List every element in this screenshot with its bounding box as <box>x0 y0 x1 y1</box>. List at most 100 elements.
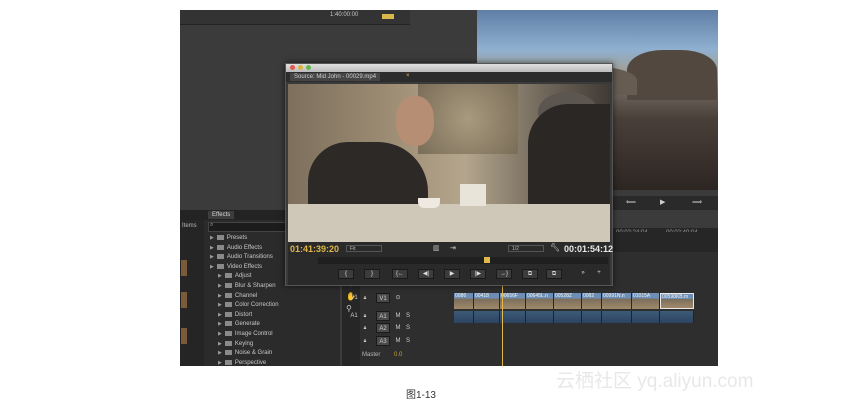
effects-tree-item[interactable]: ▶ Color Correction <box>218 302 279 308</box>
audio-clip[interactable] <box>582 311 602 323</box>
program-transport: ⟸ ▶ ⟹ <box>612 196 718 210</box>
wrench-icon[interactable]: 🔧︎ <box>550 243 560 252</box>
lock-icon[interactable]: 🔒︎ <box>362 293 368 303</box>
disclosure-triangle-icon[interactable]: ▶ <box>218 273 222 279</box>
mute-button[interactable]: M <box>394 311 402 321</box>
zoom-window-icon[interactable] <box>306 65 311 70</box>
clip-label: 00418 <box>475 293 489 299</box>
effects-tree-item[interactable]: ▶ Blur & Sharpen <box>218 283 276 289</box>
track-target-button[interactable]: A3 <box>376 336 390 346</box>
source-current-timecode[interactable]: 01:41:39:20 <box>290 244 339 254</box>
effects-tree-item[interactable]: ▶ Channel <box>218 292 257 299</box>
source-scrubber[interactable] <box>318 257 608 264</box>
mute-button[interactable]: M <box>394 336 402 346</box>
disclosure-triangle-icon[interactable]: ▶ <box>218 331 222 337</box>
disclosure-triangle-icon[interactable]: ▶ <box>218 321 222 327</box>
effects-tree-item[interactable]: ▶ Generate <box>218 321 260 327</box>
video-clip[interactable]: 00991N.n <box>602 293 632 309</box>
effects-tree-item[interactable]: ▶ Audio Effects <box>210 244 262 251</box>
video-clip[interactable]: 00598KB.m <box>660 293 694 309</box>
program-step-back-button[interactable]: ⟸ <box>626 198 636 206</box>
tab-source[interactable]: Source: Mid John - 00029.mp4 <box>290 73 381 81</box>
overwrite-button[interactable]: ⧉ <box>546 269 562 279</box>
disclosure-triangle-icon[interactable]: ▶ <box>218 341 222 347</box>
window-titlebar[interactable] <box>286 64 612 72</box>
source-playhead[interactable] <box>484 257 490 263</box>
track-target-button[interactable]: A2 <box>376 323 390 333</box>
effects-tree-label: Presets <box>226 235 248 242</box>
master-volume[interactable]: 0.0 <box>394 352 402 358</box>
video-clip[interactable]: 00656F <box>500 293 526 309</box>
effects-tree-item[interactable]: ▶ Keying <box>218 340 253 347</box>
effects-tree-item[interactable]: ▶ Noise & Grain <box>218 350 272 356</box>
program-play-button[interactable]: ▶ <box>660 198 665 206</box>
audio-clip[interactable] <box>454 311 474 323</box>
effects-tree-item[interactable]: ▶ Adjust <box>218 273 252 279</box>
mark-in-button[interactable]: { <box>338 269 354 279</box>
resolution-select[interactable]: 1/2 <box>508 245 544 252</box>
audio-clip[interactable] <box>602 311 632 323</box>
top-playhead-marker[interactable] <box>382 14 394 19</box>
tab-effects[interactable]: Effects <box>208 211 235 219</box>
lock-icon[interactable]: 🔒︎ <box>362 336 368 346</box>
more-controls-button[interactable]: » <box>578 269 588 279</box>
video-clip[interactable]: 01015A <box>632 293 660 309</box>
lock-icon[interactable]: 🔒︎ <box>362 311 368 321</box>
video-clip[interactable]: 0086 <box>454 293 474 309</box>
disclosure-triangle-icon[interactable]: ▶ <box>210 235 214 241</box>
audio-clip[interactable] <box>474 311 500 323</box>
audio-clip[interactable] <box>554 311 582 323</box>
disclosure-triangle-icon[interactable]: ▶ <box>210 245 214 251</box>
disclosure-triangle-icon[interactable]: ▶ <box>218 360 222 366</box>
effects-tree-label: Video Effects <box>226 263 262 270</box>
video-clip[interactable]: 00645L.n <box>526 293 554 309</box>
disclosure-triangle-icon[interactable]: ▶ <box>210 264 214 270</box>
fit-select[interactable]: Fit <box>346 245 382 252</box>
disclosure-triangle-icon[interactable]: ▶ <box>218 350 222 356</box>
audio-clip[interactable] <box>500 311 526 323</box>
effects-tree-item[interactable]: ▶ Distort <box>218 311 252 318</box>
track-target-button[interactable]: A1 <box>376 311 390 321</box>
export-frame-icon[interactable]: ▥ <box>433 244 440 252</box>
audio-clip[interactable] <box>660 311 694 323</box>
program-step-forward-button[interactable]: ⟹ <box>692 198 702 206</box>
video-clip[interactable]: 0082 <box>582 293 602 309</box>
go-to-in-button[interactable]: {← <box>392 269 408 279</box>
minimize-window-icon[interactable] <box>298 65 303 70</box>
close-window-icon[interactable] <box>290 65 295 70</box>
audio-clip[interactable] <box>526 311 554 323</box>
clip-label: 00645L.n <box>527 293 548 299</box>
disclosure-triangle-icon[interactable]: ▶ <box>218 312 222 318</box>
effects-tree-item[interactable]: ▶ Presets <box>210 235 247 241</box>
video-clip[interactable]: 00528Z <box>554 293 582 309</box>
disclosure-triangle-icon[interactable]: ▶ <box>218 302 222 308</box>
mute-button[interactable]: M <box>394 323 402 333</box>
effects-tree-item[interactable]: ▶ Audio Transitions <box>210 254 273 260</box>
effects-tree-item[interactable]: ▶ Perspective <box>218 359 266 366</box>
go-to-out-button[interactable]: →} <box>496 269 512 279</box>
step-forward-button[interactable]: |▶ <box>470 269 486 279</box>
add-button[interactable]: + <box>594 269 604 279</box>
play-button[interactable]: ▶ <box>444 269 460 279</box>
source-patch-button[interactable]: V1 <box>348 293 360 303</box>
step-back-button[interactable]: ◀| <box>418 269 434 279</box>
lock-icon[interactable]: 🔒︎ <box>362 323 368 333</box>
track-eye-icon[interactable]: ⊙ <box>394 293 402 303</box>
mark-out-button[interactable]: } <box>364 269 380 279</box>
effects-tree-label: Noise & Grain <box>234 350 273 357</box>
tab-close-icon[interactable]: × <box>406 73 410 79</box>
disclosure-triangle-icon[interactable]: ▶ <box>218 293 222 299</box>
solo-button[interactable]: S <box>404 311 412 321</box>
effects-tree-item[interactable]: ▶ Video Effects <box>210 263 262 270</box>
audio-clip[interactable] <box>632 311 660 323</box>
solo-button[interactable]: S <box>404 323 412 333</box>
solo-button[interactable]: S <box>404 336 412 346</box>
video-clip[interactable]: 00418 <box>474 293 500 309</box>
settings-icon[interactable]: ⇥ <box>450 244 456 252</box>
insert-button[interactable]: ⧉ <box>522 269 538 279</box>
disclosure-triangle-icon[interactable]: ▶ <box>218 283 222 289</box>
source-patch-button[interactable]: A1 <box>348 311 360 321</box>
track-target-button[interactable]: V1 <box>376 293 390 303</box>
disclosure-triangle-icon[interactable]: ▶ <box>210 254 214 260</box>
effects-tree-item[interactable]: ▶ Image Control <box>218 331 273 337</box>
